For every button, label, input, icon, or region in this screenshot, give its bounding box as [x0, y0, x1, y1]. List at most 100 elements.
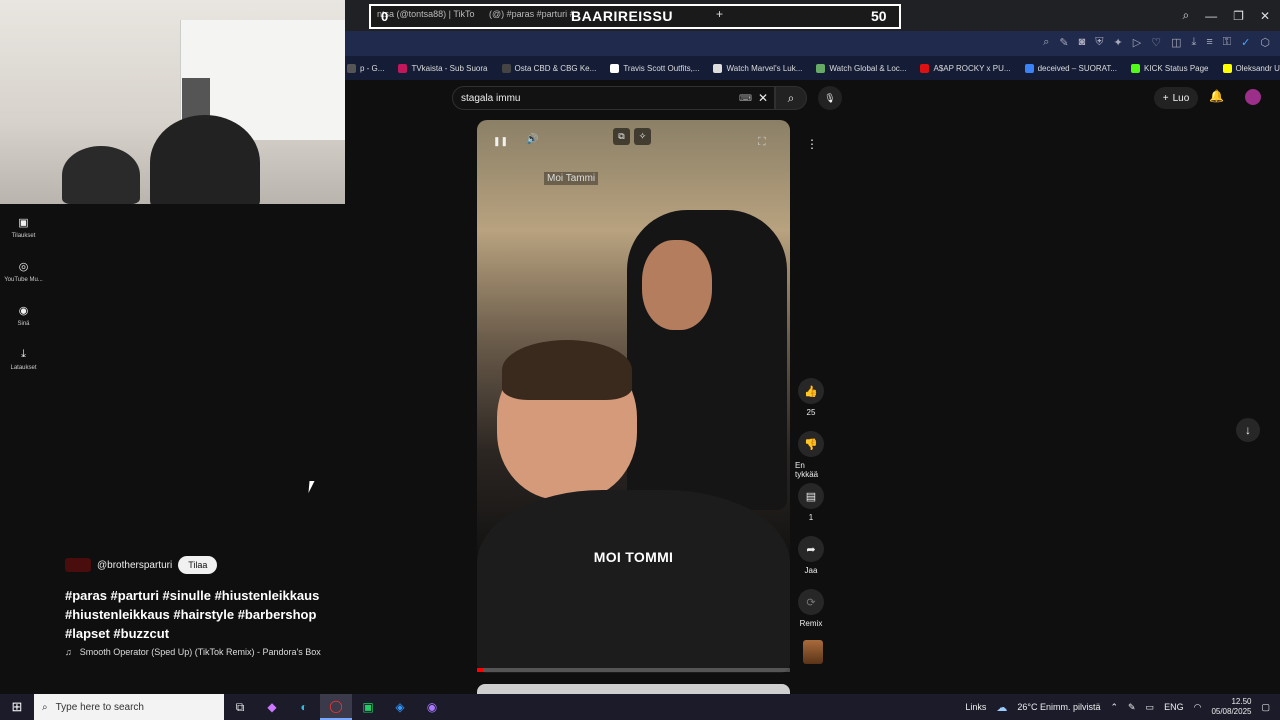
start-button[interactable]: ⊞ — [0, 694, 34, 720]
bookmark-favicon-icon — [816, 63, 826, 73]
cube-icon[interactable]: ◫ — [1171, 36, 1181, 49]
pause-icon[interactable]: ❚❚ — [493, 136, 508, 147]
next-video-button[interactable]: ↓ — [1236, 418, 1260, 442]
task-view-icon[interactable]: ⧉ — [224, 694, 256, 720]
bookmark-label: A$AP ROCKY x PU... — [933, 63, 1011, 73]
video-caption: MOI TOMMI — [593, 549, 674, 565]
extension-icon[interactable]: ✦ — [1114, 36, 1123, 49]
search-box[interactable]: stagala immu ⌨ ✕ — [452, 86, 775, 110]
music-info[interactable]: ♫ Smooth Operator (Sped Up) (TikTok Remi… — [65, 647, 321, 657]
close-button[interactable]: ✕ — [1260, 9, 1270, 23]
clock-date: 05/08/2025 — [1211, 707, 1252, 716]
download-icon[interactable]: ⤓ — [1192, 36, 1197, 49]
sidebar-item-subscriptions[interactable]: ▣ Tilaukset — [0, 216, 47, 239]
video-progress-bar[interactable] — [477, 668, 790, 672]
subscribe-button[interactable]: Tilaa — [178, 556, 218, 574]
camera-icon[interactable]: ◙ — [1079, 36, 1086, 49]
pen-icon[interactable]: ✎ — [1128, 702, 1136, 713]
purple-app-icon[interactable]: ◉ — [416, 694, 448, 720]
thumb-up-icon: 👍 — [804, 385, 818, 398]
browser-tab-1[interactable]: ntsa (@tontsa88) | TikTo — [377, 9, 475, 19]
opera-browser-icon[interactable]: ◯ — [320, 694, 352, 720]
sidebar-item-label: YouTube Mu... — [4, 277, 43, 283]
sidebar-item-you[interactable]: ◉ Sinä — [0, 304, 47, 327]
toolbar-icons: ⌕ ✎ ◙ ⛨ ✦ ▷ ♡ ◫ ⤓ ≡ ⚿ ✓ ⬡ — [1043, 36, 1270, 49]
weather-icon[interactable]: ☁ — [996, 701, 1007, 714]
bookmark-item[interactable]: A$AP ROCKY x PU... — [920, 63, 1011, 73]
bookmark-label: Osta CBD & CBG Ke... — [514, 63, 597, 73]
network-icon[interactable]: ▭ — [1146, 702, 1155, 713]
comments-button[interactable]: ▤ 1 — [795, 483, 827, 522]
browser-search-icon[interactable]: ⌕ — [1182, 8, 1189, 23]
system-tray: Links ☁ 26°C Enimm. pilvistä ⌃ ✎ ▭ ENG ◠… — [965, 694, 1280, 720]
fullscreen-icon[interactable]: ⛶ — [758, 136, 766, 149]
chevron-up-icon[interactable]: ⌃ — [1110, 702, 1118, 713]
channel-handle[interactable]: @brothersparturi — [97, 560, 172, 571]
music-note-icon: ♫ — [65, 647, 72, 657]
more-options-button[interactable]: ⋮ — [803, 135, 821, 153]
bookmark-label: Oleksandr Usyk vs D... — [1235, 63, 1280, 73]
edge-browser-icon[interactable]: ◐ — [288, 694, 320, 720]
language-indicator[interactable]: ENG — [1164, 702, 1184, 712]
bookmark-item[interactable]: Oleksandr Usyk vs D... — [1222, 63, 1280, 73]
green-app-icon[interactable]: ▣ — [352, 694, 384, 720]
weather-text[interactable]: 26°C Enimm. pilvistä — [1017, 702, 1100, 712]
shorts-video-player[interactable] — [477, 120, 790, 673]
video-controls: ❚❚ 🔊 — [493, 134, 539, 147]
channel-avatar[interactable] — [65, 558, 91, 572]
search-input[interactable]: stagala immu — [461, 93, 739, 104]
voice-search-button[interactable]: 🎙 — [818, 86, 842, 110]
account-avatar[interactable] — [1245, 89, 1261, 105]
new-tab-button[interactable]: + — [716, 7, 723, 21]
bookmark-label: KICK Status Page — [1144, 63, 1209, 73]
taskbar-search[interactable]: ⌕ Type here to search — [34, 694, 224, 720]
clear-search-icon[interactable]: ✕ — [758, 91, 768, 105]
keyboard-icon[interactable]: ⌨ — [739, 93, 752, 104]
settings-icon[interactable]: ⬡ — [1260, 36, 1270, 49]
wifi-icon[interactable]: ◠ — [1194, 702, 1202, 713]
notifications-bell-icon[interactable]: 🔔 — [1209, 89, 1224, 103]
search-button[interactable]: ⌕ — [775, 86, 807, 110]
shield-icon[interactable]: ⛨ — [1095, 36, 1103, 49]
restore-button[interactable]: ❐ — [1233, 9, 1244, 23]
sidebar-item-youtube-music[interactable]: ◎ YouTube Mu... — [0, 260, 47, 283]
notifications-icon[interactable]: ▢ — [1261, 702, 1270, 713]
create-button[interactable]: + Luo — [1154, 87, 1198, 109]
remix-button[interactable]: ⟳ Remix — [795, 589, 827, 628]
video-description[interactable]: #paras #parturi #sinulle #hiustenleikkau… — [65, 586, 355, 643]
lock-icon[interactable]: ⚿ — [1223, 36, 1231, 49]
edit-icon[interactable]: ✎ — [1059, 36, 1068, 49]
mic-icon: 🎙 — [824, 92, 836, 103]
bookmark-item[interactable]: Watch Global & Loc... — [816, 63, 906, 73]
links-toolbar[interactable]: Links — [965, 702, 986, 712]
minimize-button[interactable]: — — [1205, 9, 1217, 23]
browser-tab-2[interactable]: (@) #paras #parturi # — [489, 9, 575, 19]
clock[interactable]: 12.50 05/08/2025 — [1211, 697, 1251, 717]
extension-blue-icon[interactable]: ✓ — [1241, 36, 1250, 49]
sidebar-item-downloads[interactable]: ⤓ Lataukset — [0, 348, 47, 371]
bookmark-item[interactable]: deceived – SUORAT... — [1024, 63, 1117, 73]
bookmark-item[interactable]: Osta CBD & CBG Ke... — [501, 63, 597, 73]
volume-icon[interactable]: 🔊 — [526, 134, 538, 147]
bookmark-item[interactable]: KICK Status Page — [1131, 63, 1209, 73]
bookmark-label: p - G... — [360, 63, 385, 73]
zoom-icon[interactable]: ⌕ — [1043, 36, 1049, 49]
dislike-button[interactable]: 👎 En tykkää — [795, 431, 827, 479]
like-button[interactable]: 👍 25 — [795, 378, 827, 417]
blue-app-icon[interactable]: ◈ — [384, 694, 416, 720]
app-icon-colorful[interactable]: ◆ — [256, 694, 288, 720]
bookmark-item[interactable]: TVkaista - Sub Suora — [398, 63, 488, 73]
share-icon: ➦ — [806, 543, 816, 556]
channel-info: @brothersparturi Tilaa — [65, 556, 218, 574]
bookmark-favicon-icon — [1222, 63, 1232, 73]
bookmark-item[interactable]: p - G... — [347, 63, 385, 73]
bookmark-item[interactable]: Travis Scott Outfits,... — [610, 63, 699, 73]
share-button[interactable]: ➦ Jaa — [795, 536, 827, 575]
sparkle-icon[interactable]: ✧ — [634, 128, 651, 145]
miniplayer-icon[interactable]: ⧉ — [613, 128, 630, 145]
sound-thumbnail[interactable] — [803, 640, 823, 664]
heart-icon[interactable]: ♡ — [1151, 36, 1161, 49]
bookmark-item[interactable]: Watch Marvel's Luk... — [713, 63, 802, 73]
menu-icon[interactable]: ≡ — [1206, 36, 1212, 49]
play-icon[interactable]: ▷ — [1133, 36, 1141, 49]
